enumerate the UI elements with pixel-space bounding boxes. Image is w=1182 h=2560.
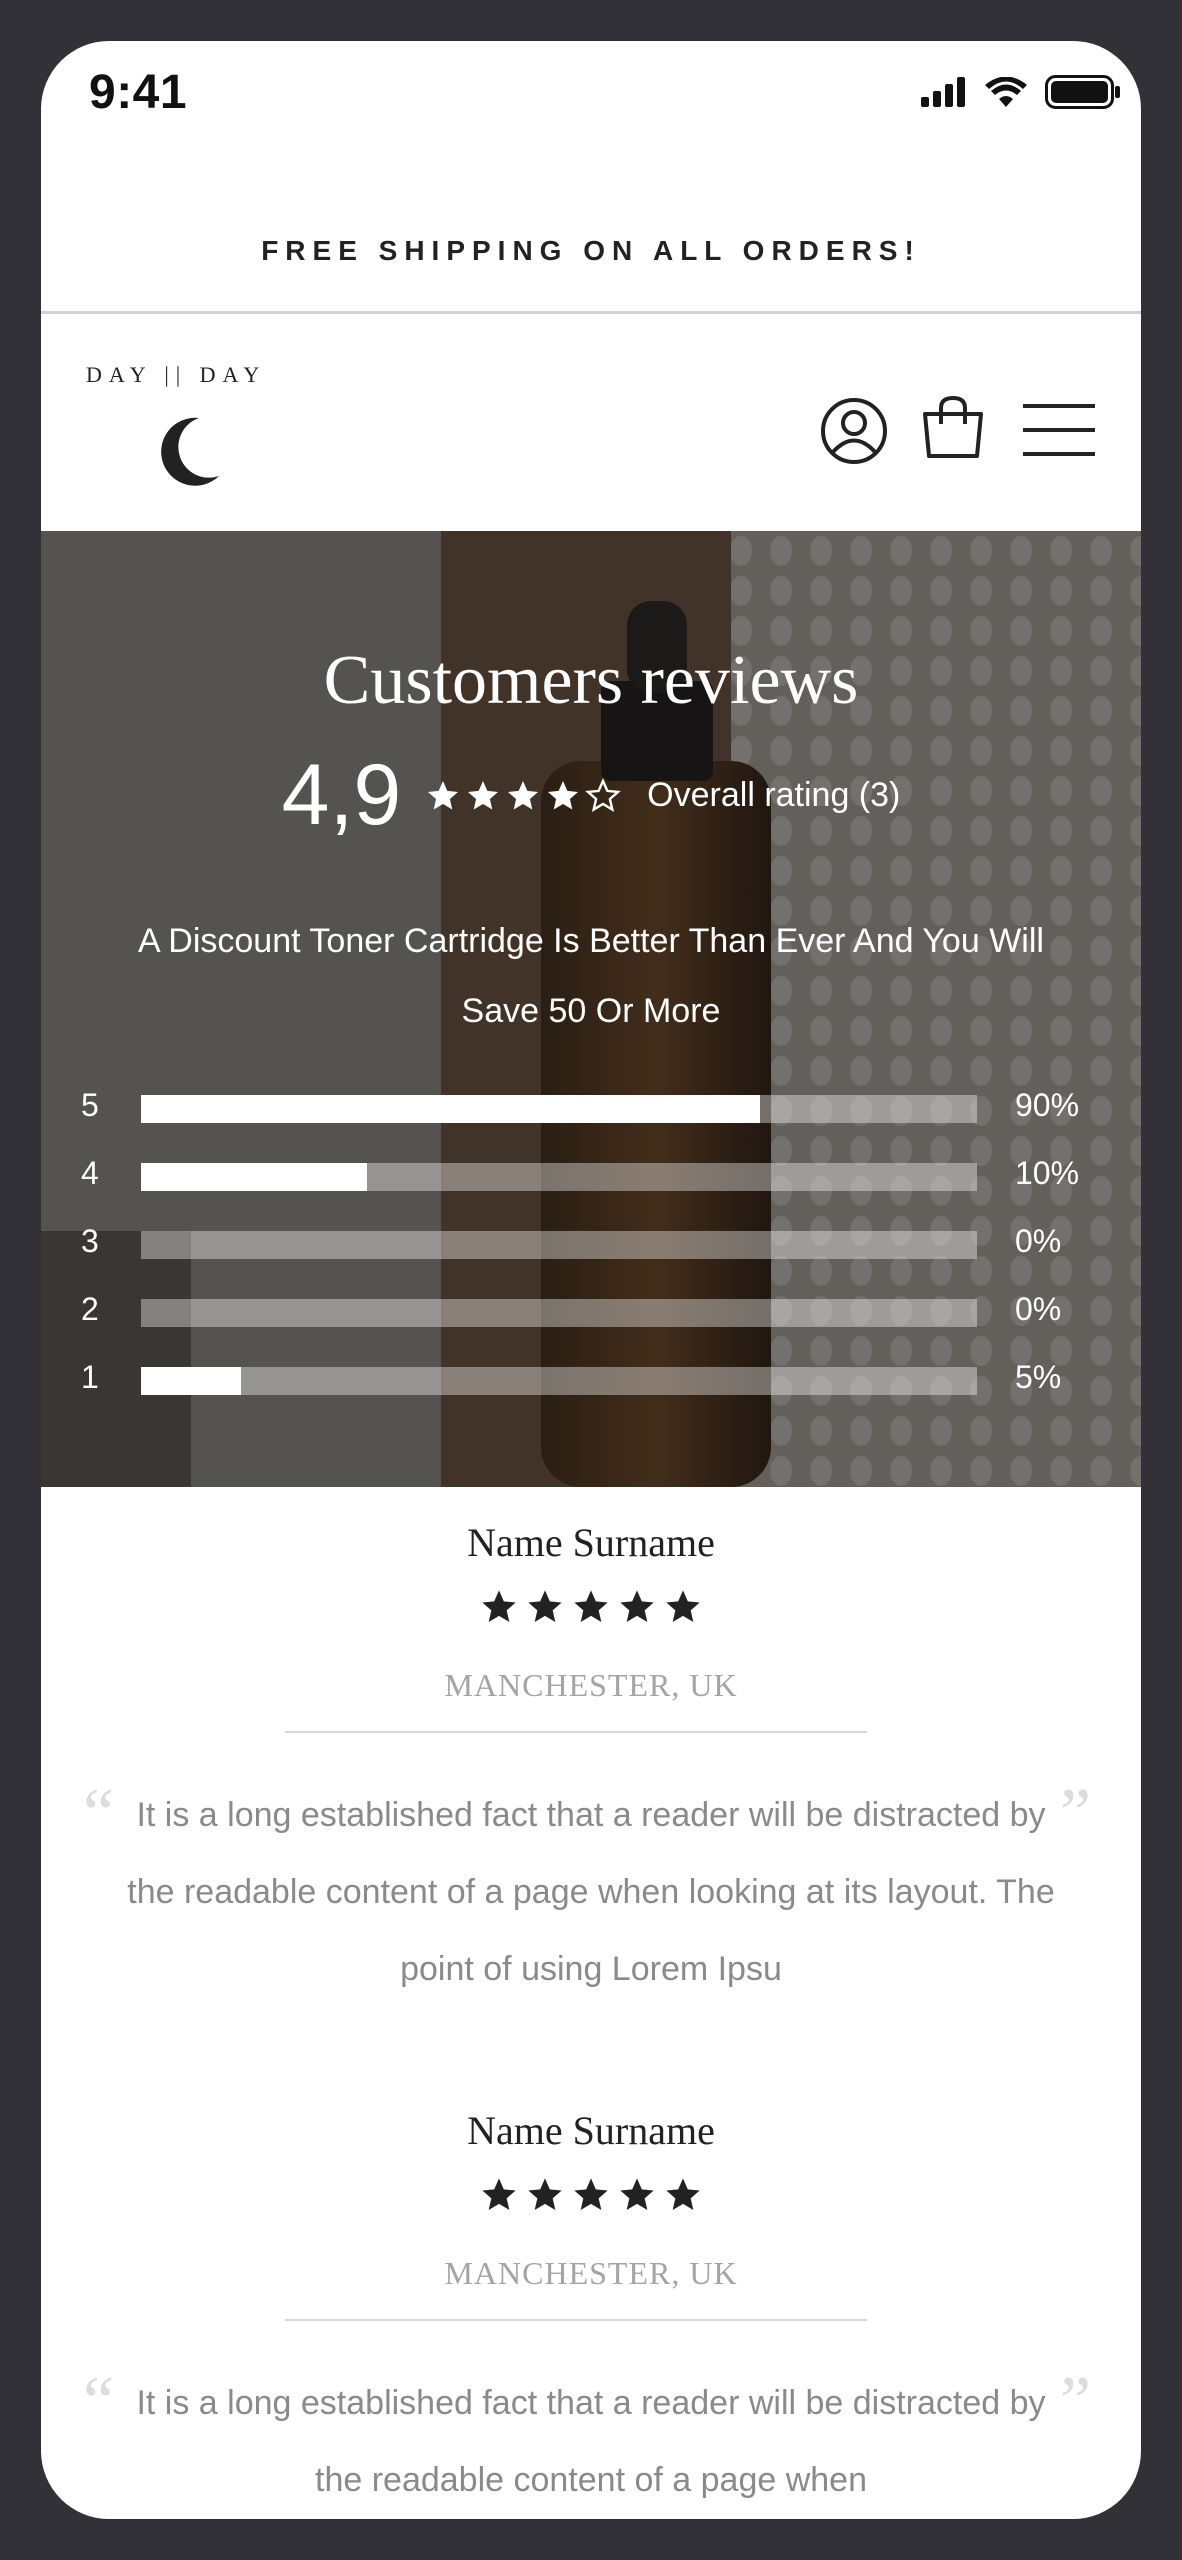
star-filled-icon [528,1590,562,1622]
star-filled-icon [548,780,579,809]
rating-bar-percent: 90% [1015,1087,1080,1123]
quote-open-icon: “ [83,1775,115,1852]
star-filled-icon [508,780,539,809]
logo-text[interactable]: DAY || DAY [86,362,266,388]
signal-icon [921,77,965,107]
promo-text: FREE SHIPPING ON ALL ORDERS! [261,235,921,266]
quote-open-icon: “ [83,2363,115,2440]
star-filled-icon [482,1590,516,1622]
rating-label: Overall rating (3) [647,776,901,814]
review-text: It is a long established fact that a rea… [136,2384,1046,2499]
review-card: Name Surname MANCHESTER, UK “ ” It is a … [41,1519,1141,2079]
star-filled-icon [574,2178,608,2210]
reviewer-name: Name Surname [467,2108,715,2153]
star-filled-icon [666,2178,700,2210]
menu-icon[interactable] [1023,402,1095,458]
rating-value: 4,9 [281,747,402,843]
review-divider [285,2319,867,2321]
logo-moon-icon[interactable] [153,414,223,486]
rating-bar-track [141,1095,977,1123]
reviews-title: Customers reviews [323,642,859,719]
rating-stars [425,777,622,814]
rating-bar-label: 3 [81,1223,99,1259]
star-filled-icon [468,780,499,809]
rating-bar-label: 2 [81,1291,99,1327]
review-stars [41,1587,1141,1627]
rating-bar-track [141,1231,977,1259]
shopping-bag-icon[interactable] [921,394,985,460]
rating-bar-row: 5 90% [41,1087,1141,1131]
rating-bar-label: 5 [81,1087,99,1123]
rating-bar-fill [141,1095,760,1123]
rating-bar-percent: 5% [1015,1359,1062,1395]
star-filled-icon [574,1590,608,1622]
rating-bar-label: 4 [81,1155,99,1191]
rating-bar-track [141,1163,977,1191]
reviewer-location: MANCHESTER, UK [444,2255,738,2291]
review-card: Name Surname MANCHESTER, UK “ ” It is a … [41,2107,1141,2519]
status-bar: 9:41 [41,41,1141,151]
star-filled-icon [620,2178,654,2210]
reviewer-name: Name Surname [467,1520,715,1565]
phone-screen: 9:41 FREE SHIPPING ON ALL ORDERS! DAY ||… [41,41,1141,2519]
rating-bar-percent: 0% [1015,1291,1062,1327]
star-filled-icon [528,2178,562,2210]
rating-bar-row: 1 5% [41,1359,1141,1403]
review-stars [41,2175,1141,2215]
site-header: DAY || DAY [41,314,1141,531]
account-icon[interactable] [820,397,888,465]
rating-bar-percent: 10% [1015,1155,1080,1191]
status-time: 9:41 [89,66,188,119]
rating-bar-row: 3 0% [41,1223,1141,1267]
reviews-hero: Customers reviews 4,9 Overall rating (3)… [41,531,1141,1487]
review-text: It is a long established fact that a rea… [127,1796,1055,1988]
wifi-icon [985,77,1027,107]
rating-bar-row: 4 10% [41,1155,1141,1199]
star-outline-icon [585,777,622,812]
rating-bar-label: 1 [81,1359,99,1395]
battery-icon [1045,75,1120,109]
star-filled-icon [620,1590,654,1622]
rating-bar-row: 2 0% [41,1291,1141,1335]
rating-bar-percent: 0% [1015,1223,1062,1259]
rating-bar-fill [141,1163,367,1191]
reviewer-location: MANCHESTER, UK [444,1667,738,1703]
promo-banner: FREE SHIPPING ON ALL ORDERS! [41,191,1141,314]
rating-bar-track [141,1367,977,1395]
review-divider [285,1731,867,1733]
overall-rating: 4,9 Overall rating (3) [41,746,1141,845]
star-filled-icon [666,1590,700,1622]
star-filled-icon [428,780,459,809]
reviews-subtitle: A Discount Toner Cartridge Is Better Tha… [138,922,1044,1030]
star-filled-icon [482,2178,516,2210]
rating-bar-track [141,1299,977,1327]
status-icons [921,75,1121,109]
rating-bar-fill [141,1367,242,1395]
